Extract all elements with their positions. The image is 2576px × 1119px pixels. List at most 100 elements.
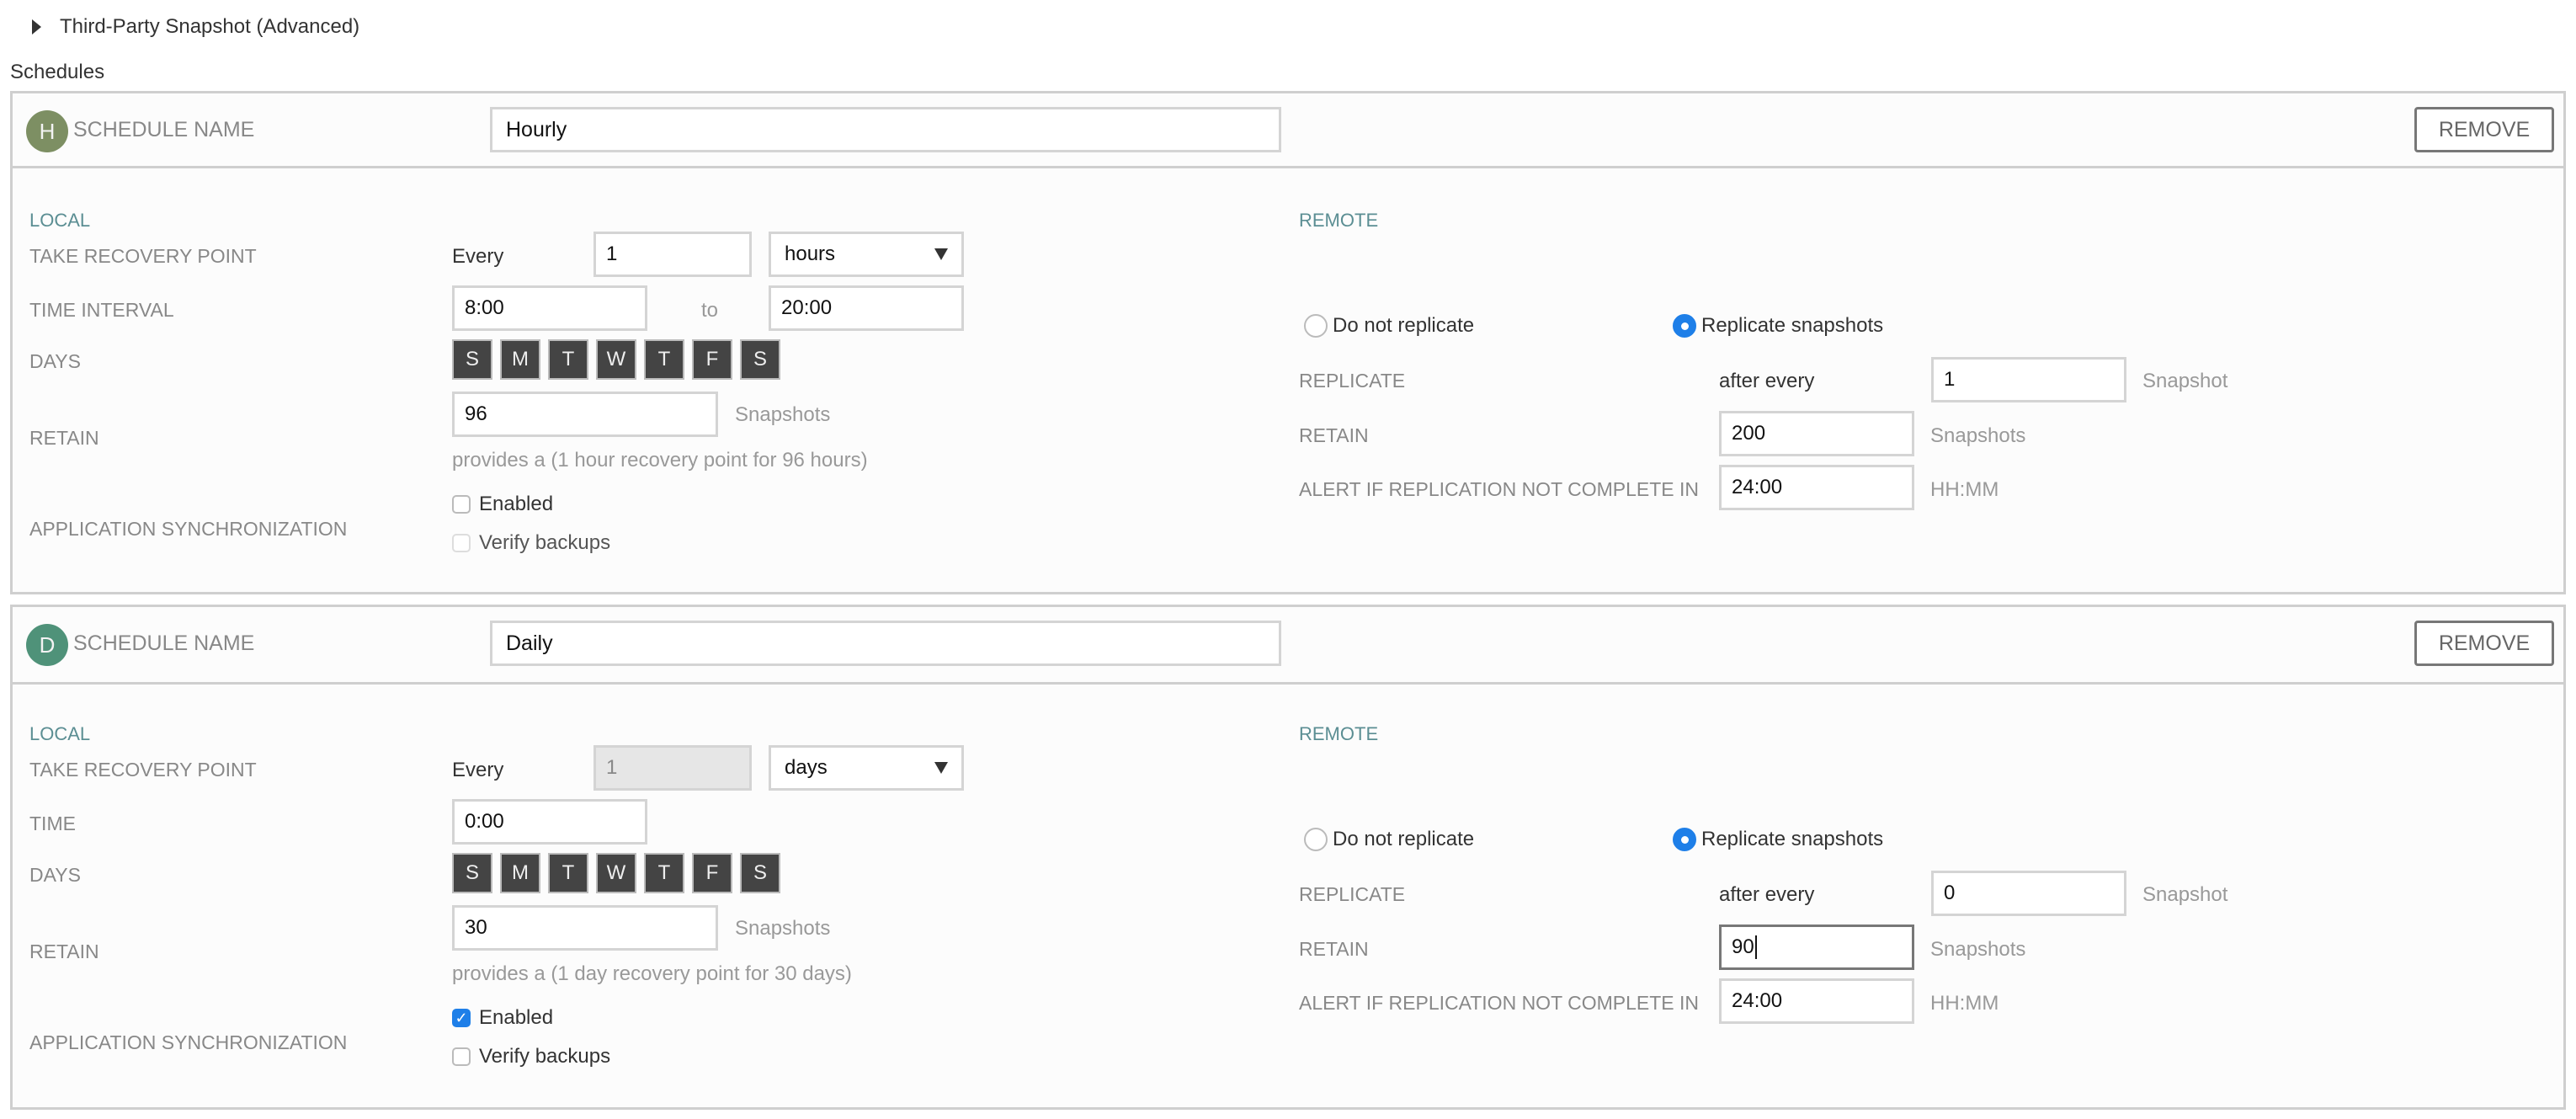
enabled-checkbox[interactable]: ✓ Enabled: [452, 1006, 553, 1030]
alert-unit: HH:MM: [1930, 992, 1999, 1015]
avatar: D: [26, 624, 68, 666]
local-retain-unit: Snapshots: [735, 403, 831, 426]
caret-right-icon: [32, 19, 41, 35]
time-from-input[interactable]: 8:00: [452, 285, 647, 331]
radio-button-selected-icon: [1673, 314, 1696, 338]
interval-unit-value: hours: [785, 242, 836, 265]
remote-retain-input[interactable]: 90: [1719, 925, 1914, 970]
after-every-input[interactable]: 1: [1931, 357, 2126, 402]
schedule-header: H SCHEDULE NAME REMOVE: [13, 93, 2563, 168]
day-toggle-friday[interactable]: F: [692, 339, 732, 380]
day-toggle-tuesday[interactable]: T: [548, 853, 588, 893]
do-not-replicate-label: Do not replicate: [1333, 314, 1475, 337]
days-label: DAYS: [29, 864, 81, 886]
day-toggle-monday[interactable]: M: [500, 339, 540, 380]
day-toggle-saturday[interactable]: S: [740, 853, 780, 893]
every-value-input[interactable]: 1: [593, 232, 752, 277]
enabled-label: Enabled: [479, 1006, 554, 1029]
enabled-label: Enabled: [479, 493, 554, 515]
do-not-replicate-radio[interactable]: Do not replicate: [1304, 314, 1474, 338]
replicate-snapshots-radio[interactable]: Replicate snapshots: [1673, 314, 1883, 338]
time-to-input[interactable]: 20:00: [769, 285, 964, 331]
verify-backups-checkbox[interactable]: Verify backups: [452, 531, 610, 555]
local-retain-unit: Snapshots: [735, 917, 831, 940]
do-not-replicate-label: Do not replicate: [1333, 828, 1475, 850]
alert-time-input[interactable]: 24:00: [1719, 978, 1914, 1024]
schedule-panel-daily: D SCHEDULE NAME REMOVE LOCAL TAKE RECOVE…: [10, 605, 2566, 1110]
radio-button-icon: [1304, 828, 1328, 851]
after-every-unit: Snapshot: [2142, 370, 2228, 392]
interval-unit-value: days: [785, 756, 828, 779]
interval-unit-select[interactable]: days: [769, 745, 964, 791]
dropdown-arrow-icon: [934, 248, 948, 260]
do-not-replicate-radio[interactable]: Do not replicate: [1304, 828, 1474, 851]
day-toggle-wednesday[interactable]: W: [596, 853, 636, 893]
local-retain-input[interactable]: 30: [452, 905, 718, 951]
schedule-name-input[interactable]: [490, 107, 1281, 152]
local-retain-label: RETAIN: [29, 427, 99, 449]
remote-retain-input[interactable]: 200: [1719, 411, 1914, 456]
after-every-input[interactable]: 0: [1931, 871, 2126, 916]
alert-label: ALERT IF REPLICATION NOT COMPLETE IN: [1299, 478, 1700, 500]
verify-backups-label: Verify backups: [479, 1045, 611, 1068]
schedules-title: Schedules: [10, 61, 105, 83]
avatar: H: [26, 110, 68, 152]
time-input[interactable]: 0:00: [452, 799, 647, 845]
every-value-input[interactable]: 1: [593, 745, 752, 791]
remote-retain-value: 90: [1732, 935, 1754, 958]
local-retain-input[interactable]: 96: [452, 392, 718, 437]
day-toggle-tuesday[interactable]: T: [548, 339, 588, 380]
schedule-name-label: SCHEDULE NAME: [73, 631, 255, 655]
advanced-toggle[interactable]: Third-Party Snapshot (Advanced): [32, 12, 359, 42]
remote-section-title: REMOTE: [1299, 210, 1379, 231]
checkbox-box: [452, 1047, 471, 1066]
schedule-header: D SCHEDULE NAME REMOVE: [13, 607, 2563, 685]
replicate-snapshots-radio[interactable]: Replicate snapshots: [1673, 828, 1883, 851]
schedule-name-input[interactable]: [490, 621, 1281, 666]
day-toggle-sunday[interactable]: S: [452, 339, 492, 380]
day-toggle-thursday[interactable]: T: [644, 853, 684, 893]
schedule-name-label: SCHEDULE NAME: [73, 118, 255, 141]
retain-note: provides a (1 day recovery point for 30 …: [452, 962, 852, 985]
checkbox-box: [452, 495, 471, 514]
day-selector: S M T W T F S: [452, 853, 780, 893]
day-toggle-wednesday[interactable]: W: [596, 339, 636, 380]
days-label: DAYS: [29, 350, 81, 372]
after-every-label: after every: [1719, 370, 1815, 392]
interval-unit-select[interactable]: hours: [769, 232, 964, 277]
checkmark-icon: ✓: [452, 1009, 471, 1027]
day-toggle-sunday[interactable]: S: [452, 853, 492, 893]
remote-section-title: REMOTE: [1299, 723, 1379, 744]
text-cursor: [1754, 935, 1757, 959]
remove-button[interactable]: REMOVE: [2414, 107, 2554, 152]
checkbox-box: [452, 534, 471, 552]
replicate-snapshots-label: Replicate snapshots: [1701, 314, 1884, 337]
app-sync-label: APPLICATION SYNCHRONIZATION: [29, 518, 348, 540]
day-toggle-thursday[interactable]: T: [644, 339, 684, 380]
enabled-checkbox[interactable]: Enabled: [452, 493, 553, 516]
time-to-label: to: [701, 299, 719, 322]
alert-time-input[interactable]: 24:00: [1719, 465, 1914, 510]
replicate-label: REPLICATE: [1299, 883, 1406, 905]
remote-retain-label: RETAIN: [1299, 938, 1369, 960]
every-label: Every: [452, 759, 504, 781]
alert-label: ALERT IF REPLICATION NOT COMPLETE IN: [1299, 992, 1700, 1014]
day-toggle-friday[interactable]: F: [692, 853, 732, 893]
verify-backups-checkbox[interactable]: Verify backups: [452, 1045, 610, 1068]
schedule-panel-hourly: H SCHEDULE NAME REMOVE LOCAL TAKE RECOVE…: [10, 91, 2566, 594]
after-every-label: after every: [1719, 883, 1815, 906]
day-toggle-saturday[interactable]: S: [740, 339, 780, 380]
remove-button[interactable]: REMOVE: [2414, 621, 2554, 666]
dropdown-arrow-icon: [934, 762, 948, 774]
every-label: Every: [452, 245, 504, 268]
day-selector: S M T W T F S: [452, 339, 780, 380]
day-toggle-monday[interactable]: M: [500, 853, 540, 893]
retain-note: provides a (1 hour recovery point for 96…: [452, 449, 868, 472]
time-label: TIME: [29, 813, 76, 834]
after-every-unit: Snapshot: [2142, 883, 2228, 906]
local-retain-label: RETAIN: [29, 940, 99, 962]
verify-backups-label: Verify backups: [479, 531, 611, 554]
replicate-label: REPLICATE: [1299, 370, 1406, 392]
local-section-title: LOCAL: [29, 210, 91, 231]
remote-retain-label: RETAIN: [1299, 424, 1369, 446]
